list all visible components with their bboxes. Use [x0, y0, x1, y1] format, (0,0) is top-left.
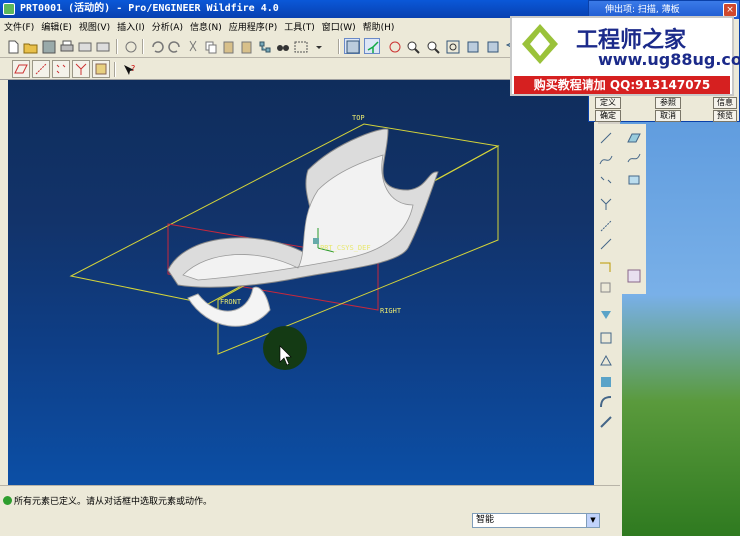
model-canvas: TOP FRONT RIGHT PRT_CSYS_DEF	[69, 114, 500, 370]
copy-geometry-icon[interactable]	[598, 280, 614, 296]
toolbar-separator	[338, 39, 340, 54]
axis-display-icon[interactable]	[32, 60, 50, 78]
spin-center-icon[interactable]	[364, 38, 380, 54]
status-message: 所有元素已定义。请从对话框中选取元素或动作。	[14, 497, 213, 507]
toolbar-separator	[142, 39, 144, 54]
define-button[interactable]: 定义	[595, 97, 621, 109]
ad-promo: 购买教程请加 QQ:913147075	[514, 76, 730, 94]
sketch-tool-icon[interactable]	[598, 260, 614, 276]
shell-icon[interactable]	[598, 374, 614, 390]
undo-icon[interactable]	[148, 38, 164, 54]
rib-icon[interactable]	[598, 352, 614, 368]
menu-file[interactable]: 文件(F)	[4, 20, 34, 33]
csys-label: PRT_CSYS_DEF	[320, 244, 371, 252]
menu-window[interactable]: 窗口(W)	[322, 20, 356, 33]
menu-insert[interactable]: 插入(I)	[117, 20, 145, 33]
find-icon[interactable]	[274, 38, 290, 54]
menu-info[interactable]: 信息(N)	[190, 20, 222, 33]
toolbar-separator	[116, 39, 118, 54]
extrude-icon[interactable]	[598, 308, 614, 324]
preview-button[interactable]: 预览	[713, 110, 737, 122]
window-title: PRT0001 (活动的) - Pro/ENGINEER Wildfire 4.…	[20, 3, 279, 14]
message-ok-icon	[3, 496, 12, 505]
curve-tool-icon[interactable]	[626, 172, 642, 188]
toolbar-separator	[114, 62, 116, 77]
chevron-down-icon[interactable]	[310, 38, 322, 54]
references-button[interactable]: 参照	[655, 97, 681, 109]
menu-view[interactable]: 视图(V)	[79, 20, 110, 33]
orient-mode-icon[interactable]	[386, 38, 402, 54]
menu-bar: 文件(F) 编辑(E) 视图(V) 插入(I) 分析(A) 信息(N) 应用程序…	[0, 18, 598, 35]
paste-special-icon[interactable]	[238, 38, 254, 54]
csys-marker	[313, 238, 319, 244]
surface-tool-icon[interactable]	[626, 150, 642, 166]
top-plane-label: TOP	[352, 114, 365, 122]
right-plane-label: RIGHT	[380, 307, 402, 315]
ad-site: www.ug88ug.com	[598, 50, 740, 69]
right-feature-toolbar-2	[622, 124, 646, 294]
cut-icon[interactable]	[184, 38, 200, 54]
datum-point-icon[interactable]	[598, 174, 614, 190]
cursor-highlight	[263, 326, 307, 370]
analysis-tool-icon[interactable]	[598, 236, 614, 252]
reorient-icon[interactable]	[464, 38, 480, 54]
selection-filter[interactable]: 智能 ▼	[472, 513, 600, 528]
new-file-icon[interactable]	[4, 38, 20, 54]
close-icon[interactable]: ×	[723, 3, 737, 17]
status-area: 所有元素已定义。请从对话框中选取元素或动作。 智能 ▼	[0, 485, 620, 536]
zoom-out-icon[interactable]	[424, 38, 440, 54]
window-titlebar: PRT0001 (活动的) - Pro/ENGINEER Wildfire 4.…	[0, 0, 598, 18]
menu-help[interactable]: 帮助(H)	[363, 20, 395, 33]
message-line: 所有元素已定义。请从对话框中选取元素或动作。	[3, 494, 212, 507]
axis-tool-icon[interactable]	[598, 218, 614, 234]
main-toolbar	[0, 35, 598, 58]
refit-icon[interactable]	[444, 38, 460, 54]
hole-icon[interactable]	[598, 330, 614, 346]
watermark-ad: 工程师之家 www.ug88ug.com 购买教程请加 QQ:913147075	[510, 16, 740, 96]
datum-curve-icon[interactable]	[598, 130, 614, 146]
right-feature-toolbar	[594, 124, 622, 536]
saved-views-icon[interactable]	[484, 38, 500, 54]
app-icon	[3, 3, 15, 15]
mail-icon[interactable]	[76, 38, 92, 54]
chevron-down-icon[interactable]: ▼	[586, 514, 599, 527]
menu-applications[interactable]: 应用程序(P)	[229, 20, 277, 33]
chamfer-icon[interactable]	[598, 414, 614, 430]
graphics-viewport[interactable]: TOP FRONT RIGHT PRT_CSYS_DEF	[8, 80, 594, 485]
site-logo-icon	[522, 24, 558, 64]
plane-tool-icon[interactable]	[626, 130, 642, 146]
sketch-curve-icon[interactable]	[598, 152, 614, 168]
csys-display-icon[interactable]	[72, 60, 90, 78]
redo-icon[interactable]	[166, 38, 182, 54]
save-icon[interactable]	[40, 38, 56, 54]
sketch-toolbar: ?	[0, 58, 598, 80]
ok-button[interactable]: 确定	[595, 110, 621, 122]
model-tree-icon[interactable]	[256, 38, 272, 54]
annotation-display-icon[interactable]	[92, 60, 110, 78]
copy-icon[interactable]	[202, 38, 218, 54]
point-display-icon[interactable]	[52, 60, 70, 78]
menu-tools[interactable]: 工具(T)	[284, 20, 315, 33]
repaint-icon[interactable]	[344, 38, 360, 54]
menu-edit[interactable]: 编辑(E)	[41, 20, 72, 33]
menu-analysis[interactable]: 分析(A)	[152, 20, 183, 33]
zoom-in-icon[interactable]	[404, 38, 420, 54]
grid-icon[interactable]	[626, 268, 642, 284]
selection-filter-value: 智能	[476, 515, 495, 525]
paste-icon[interactable]	[220, 38, 236, 54]
front-plane-label: FRONT	[220, 298, 242, 306]
cancel-button[interactable]: 取消	[655, 110, 681, 122]
print-icon[interactable]	[58, 38, 74, 54]
mail-attach-icon[interactable]	[94, 38, 110, 54]
plane-display-icon[interactable]	[12, 60, 30, 78]
round-icon[interactable]	[598, 394, 614, 410]
csys-tool-icon[interactable]	[598, 196, 614, 212]
select-box-icon[interactable]	[292, 38, 308, 54]
svg-text:?: ?	[131, 64, 135, 73]
left-strip	[0, 80, 8, 485]
info-button[interactable]: 信息	[713, 97, 737, 109]
regenerate-icon[interactable]	[122, 38, 138, 54]
open-folder-icon[interactable]	[22, 38, 38, 54]
context-help-icon[interactable]: ?	[120, 61, 136, 77]
